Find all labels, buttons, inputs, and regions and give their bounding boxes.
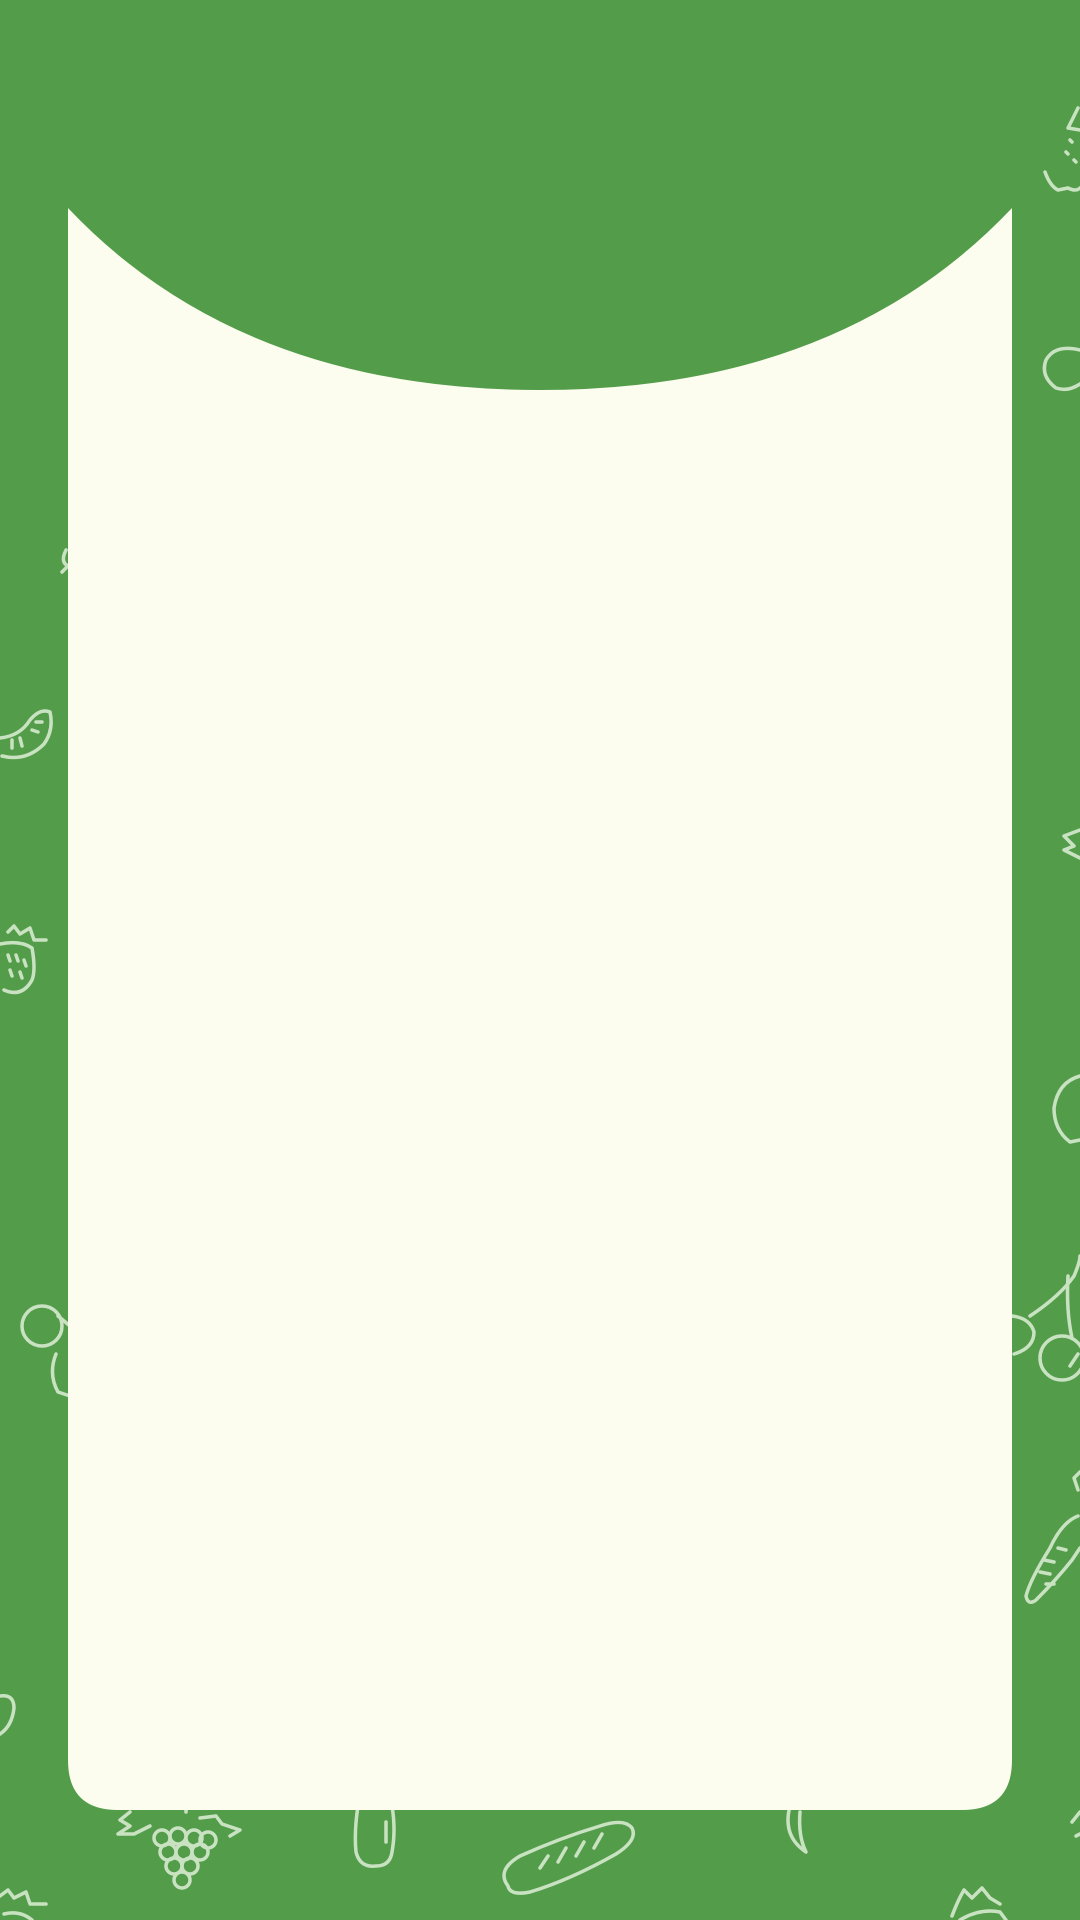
splash-screen [0,0,1080,1920]
content-card-surface [68,208,1012,1810]
content-card [68,208,1012,1810]
